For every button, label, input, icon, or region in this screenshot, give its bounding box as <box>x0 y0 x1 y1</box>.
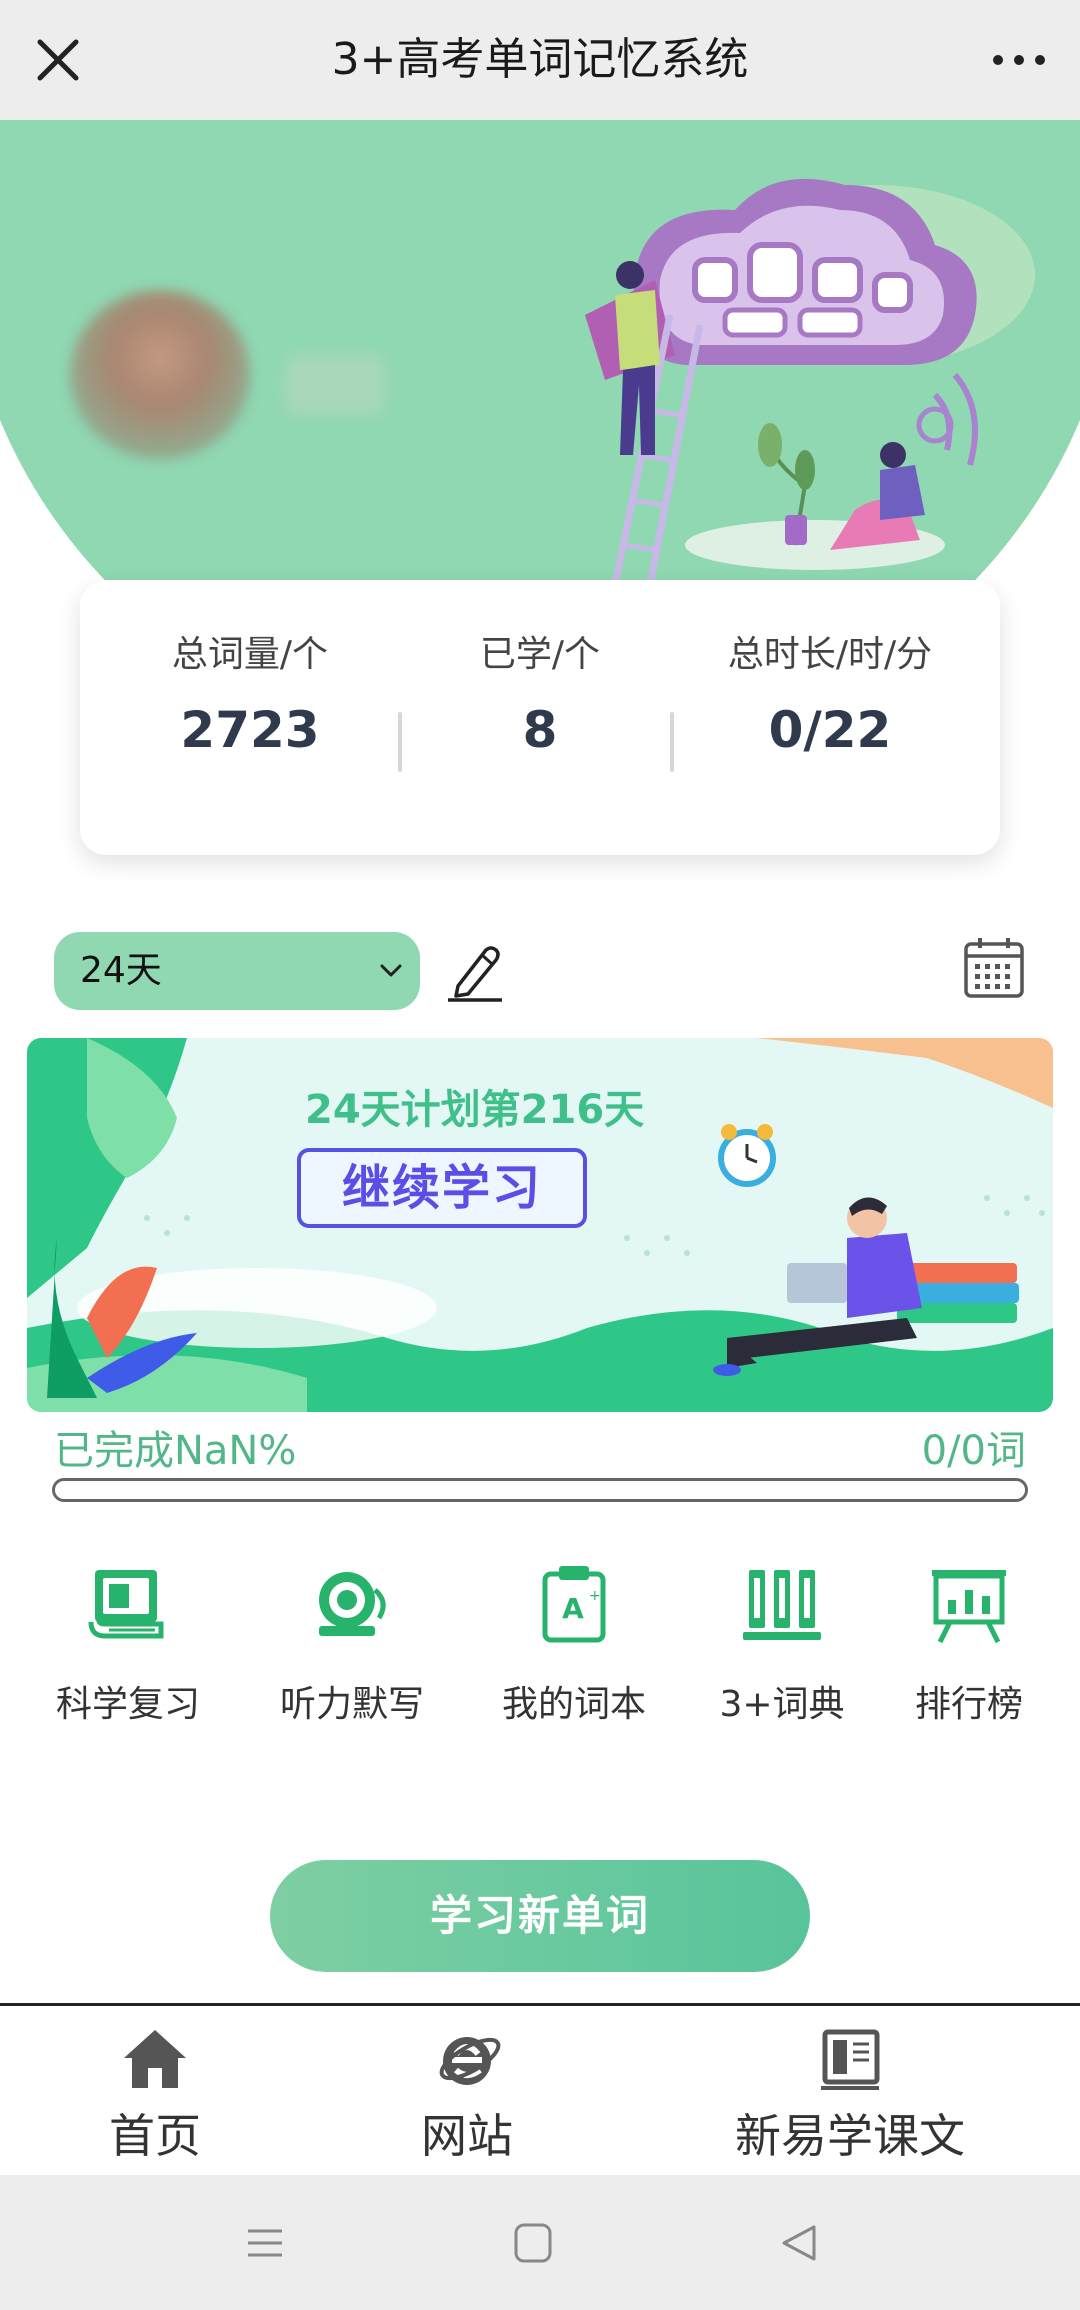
stat-total-time: 总时长/时/分 0/22 <box>680 630 980 770</box>
edit-pencil-icon[interactable] <box>446 940 504 1002</box>
hero-illustration <box>585 178 1035 586</box>
tab-label: 首页 <box>109 2109 201 2163</box>
back-icon[interactable] <box>774 2219 824 2267</box>
title-bar: 3+高考单词记忆系统 <box>0 0 1080 120</box>
stats-card: 总词量/个 2723 已学/个 8 总时长/时/分 0/22 <box>80 580 1000 855</box>
browser-icon <box>439 2037 501 2085</box>
tab-label: 新易学课文 <box>735 2109 965 2163</box>
chevron-down-icon <box>380 964 402 977</box>
more-options-icon[interactable] <box>984 30 1054 90</box>
stat-learned-words: 已学/个 8 <box>410 630 670 770</box>
menu-icon[interactable] <box>240 2219 290 2267</box>
home-icon <box>124 2030 186 2088</box>
stat-divider <box>670 712 674 772</box>
calendar-icon[interactable] <box>962 934 1026 1000</box>
stat-total-words: 总词量/个 2723 <box>120 630 380 770</box>
stat-label: 已学/个 <box>479 634 601 675</box>
username-blurred <box>285 355 385 415</box>
leaderboard-icon <box>932 1570 1006 1644</box>
feature-dictation[interactable]: 听力默写 <box>257 1560 447 1730</box>
book-icon <box>88 1570 164 1639</box>
dictionary-icon <box>743 1570 821 1640</box>
tab-website[interactable]: 网站 <box>362 2024 572 2166</box>
banner-plan-title: 24天计划第216天 <box>305 1087 645 1133</box>
wordbook-icon: A + <box>542 1566 606 1643</box>
bell-icon <box>319 1572 386 1636</box>
stat-divider <box>398 712 402 772</box>
page-title: 3+高考单词记忆系统 <box>331 34 749 85</box>
progress-percent: 已完成NaN% <box>54 1428 297 1474</box>
stat-value: 2723 <box>180 701 320 759</box>
plan-select-value: 24天 <box>80 950 162 991</box>
learn-new-words-button[interactable]: 学习新单词 <box>270 1860 810 1972</box>
app-screen: 3+高考单词记忆系统 总词量/个 2723 已学/个 8 总时长/时/分 0/2… <box>0 0 1080 2310</box>
feature-label: 听力默写 <box>279 1684 424 1725</box>
svg-text:+: + <box>589 1588 601 1604</box>
feature-label: 排行榜 <box>914 1684 1023 1725</box>
feature-label: 科学复习 <box>55 1684 200 1725</box>
continue-study-banner[interactable]: 24天计划第216天 继续学习 <box>27 1038 1053 1412</box>
tab-home[interactable]: 首页 <box>50 2024 260 2166</box>
feature-label: 3+词典 <box>719 1684 845 1725</box>
stat-value: 0/22 <box>768 701 892 759</box>
tab-textbook[interactable]: 新易学课文 <box>700 2024 1000 2166</box>
feature-dictionary[interactable]: 3+词典 <box>687 1560 877 1730</box>
tab-label: 网站 <box>421 2109 513 2163</box>
avatar[interactable] <box>70 290 250 460</box>
continue-study-button[interactable]: 继续学习 <box>297 1148 587 1228</box>
system-nav-bar <box>0 2175 1080 2310</box>
feature-label: 我的词本 <box>501 1684 646 1725</box>
feature-review[interactable]: 科学复习 <box>33 1560 223 1730</box>
progress-count: 0/0词 <box>921 1428 1026 1474</box>
home-square-icon[interactable] <box>508 2219 558 2267</box>
feature-leaderboard[interactable]: 排行榜 <box>874 1560 1064 1730</box>
progress-bar <box>52 1478 1028 1502</box>
stat-value: 8 <box>522 701 558 759</box>
stat-label: 总时长/时/分 <box>727 634 933 675</box>
stat-label: 总词量/个 <box>171 634 329 675</box>
bottom-tab-bar: 首页 网站 新易学课文 <box>0 2003 1080 2175</box>
svg-text:A: A <box>562 1592 584 1625</box>
plan-select[interactable]: 24天 <box>54 932 420 1010</box>
textbook-icon <box>821 2029 880 2090</box>
feature-wordbook[interactable]: A + 我的词本 <box>479 1560 669 1730</box>
